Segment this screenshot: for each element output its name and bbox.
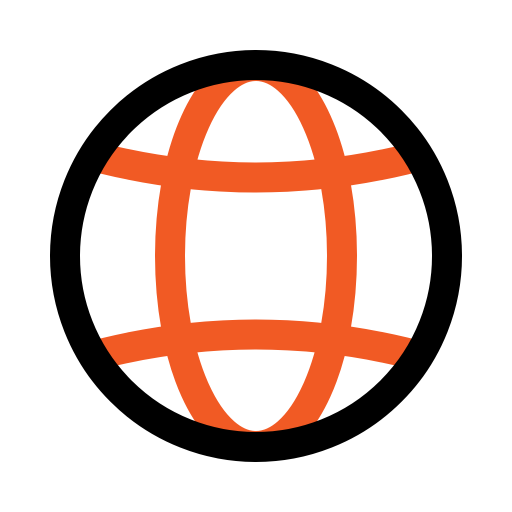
icon-canvas — [0, 0, 512, 512]
globe-outline — [50, 50, 462, 462]
globe-icon — [50, 50, 462, 462]
globe-meridian — [155, 76, 357, 436]
